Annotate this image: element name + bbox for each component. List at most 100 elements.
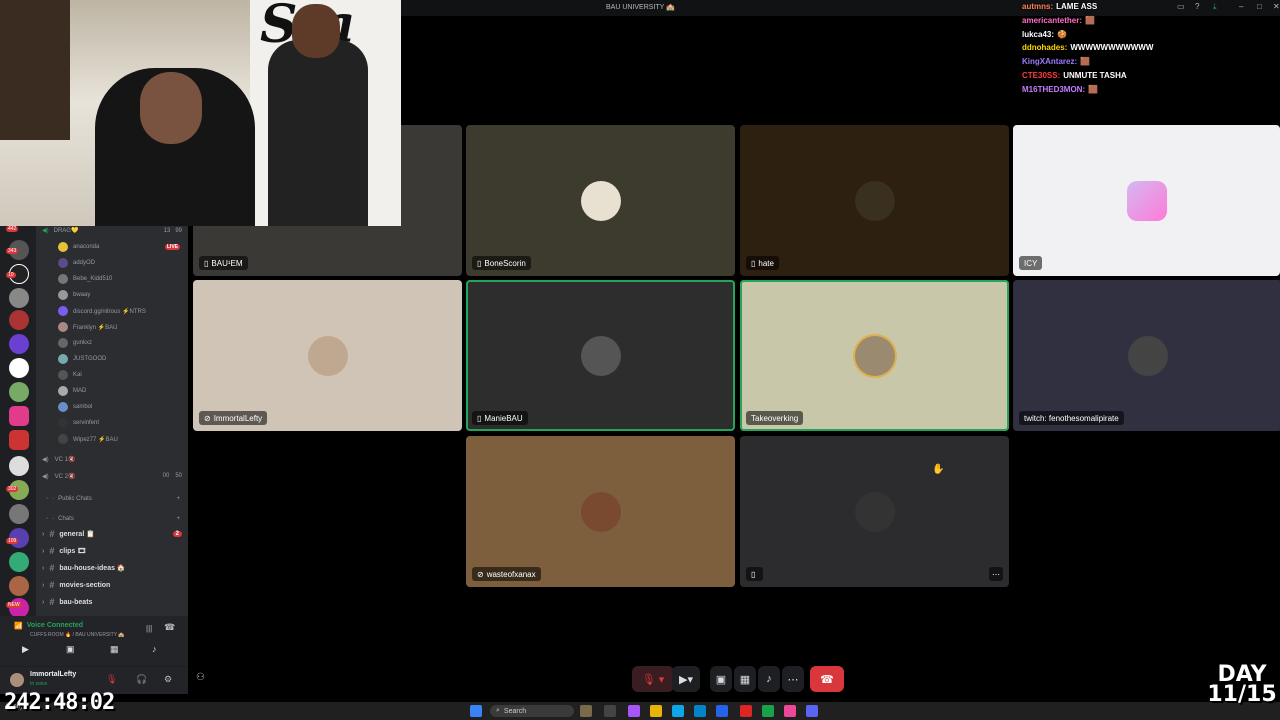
voice-connection-panel: 📶 Voice Connected CUFFS ROOM 🔥 / BAU UNI… — [0, 616, 188, 666]
category-public-chats[interactable]: ◦ · Public Chats + — [46, 496, 180, 502]
maximize-icon[interactable]: □ — [1257, 2, 1262, 11]
noise-suppression-icon[interactable]: ||| — [146, 624, 152, 633]
settings-gear-icon[interactable]: ⚙ — [164, 674, 172, 685]
taskbar-search[interactable]: ⌕ Search — [490, 705, 574, 717]
screen-share-button[interactable]: ▣ — [710, 666, 732, 692]
hash-icon: # — [49, 563, 55, 573]
voice-channel-vc1[interactable]: ◀) VC 1🔇 — [42, 456, 75, 463]
server-icon[interactable] — [9, 430, 29, 450]
members-icon[interactable]: ⚇ — [196, 672, 205, 683]
app-icon[interactable] — [740, 705, 752, 717]
start-menu-icon[interactable] — [470, 705, 482, 717]
phone-icon: ▯ — [477, 413, 482, 423]
user-status: In voice — [30, 681, 48, 687]
voice-channel-label: VC 2🔇 — [54, 474, 76, 480]
add-channel-icon[interactable]: + — [176, 516, 180, 522]
voice-member[interactable]: servinfent — [58, 417, 180, 429]
server-icon[interactable] — [9, 406, 29, 426]
tile-more-options-icon[interactable]: ⋯ — [989, 567, 1003, 581]
activities-button[interactable]: ▦ — [734, 666, 756, 692]
chat-message: lukca43: 🍪 — [1022, 28, 1222, 42]
leave-call-button[interactable]: ☎ — [810, 666, 844, 692]
participant-avatar — [854, 335, 895, 376]
server-icon[interactable] — [9, 310, 29, 330]
camera-toggle-button[interactable]: ▶▾ — [672, 666, 700, 692]
mention-badge: 442 — [6, 226, 19, 232]
widget-icon[interactable] — [580, 705, 592, 717]
chat-text: 🟫 — [1088, 84, 1099, 94]
voice-member[interactable]: anaconda LIVE — [58, 241, 180, 253]
voice-member[interactable]: bwaay — [58, 289, 180, 301]
server-icon[interactable] — [9, 358, 29, 378]
voice-member[interactable]: gunkxz — [58, 337, 180, 349]
text-channel[interactable]: › # movies-section — [42, 578, 182, 592]
store-icon[interactable] — [694, 705, 706, 717]
video-tile[interactable]: ICY — [1013, 125, 1280, 276]
server-icon[interactable] — [9, 576, 29, 596]
video-tile[interactable]: ⊘ wasteofxanax — [466, 436, 735, 587]
server-icon[interactable] — [9, 456, 29, 476]
copilot-icon[interactable] — [628, 705, 640, 717]
camera-icon[interactable]: ▶ — [22, 644, 29, 655]
chat-message: ddnohades: WWWWWWWWWWW — [1022, 41, 1222, 55]
server-icon[interactable] — [9, 552, 29, 572]
avatar[interactable] — [10, 673, 24, 687]
windows-taskbar: Sunny ⌕ Search — [0, 702, 1280, 720]
disconnect-icon[interactable]: ☎ — [164, 622, 175, 633]
video-tile[interactable]: ▯ hate — [740, 125, 1009, 276]
avatar — [58, 402, 68, 412]
edge-icon[interactable] — [672, 705, 684, 717]
text-channel[interactable]: › # bau-house-ideas 🏠 — [42, 561, 182, 575]
server-icon[interactable] — [9, 598, 29, 618]
video-tile[interactable]: twitch: fenothesomalipirate — [1013, 280, 1280, 431]
more-options-button[interactable]: ⋯ — [782, 666, 804, 692]
server-icon[interactable] — [9, 504, 29, 524]
voice-member[interactable]: JUSTGOOD — [58, 353, 180, 365]
video-tile[interactable]: ⊘ ImmortalLefty — [193, 280, 462, 431]
voice-location[interactable]: CUFFS ROOM 🔥 / BAU UNIVERSITY 🏫 — [30, 632, 125, 638]
video-tile[interactable]: ▯ ManieBAU — [466, 280, 735, 431]
chrome-icon[interactable] — [762, 705, 774, 717]
add-channel-icon[interactable]: + — [176, 496, 180, 502]
task-view-icon[interactable] — [604, 705, 616, 717]
voice-member[interactable]: Franklyn ⚡BAU — [58, 321, 180, 333]
voice-member[interactable]: sambol — [58, 401, 180, 413]
discord-icon[interactable] — [806, 705, 818, 717]
video-tile[interactable]: ▯ ⋯ — [740, 436, 1009, 587]
mute-icon[interactable]: 🎙 — [106, 674, 117, 685]
channel-name: clips 🎞 — [59, 548, 87, 555]
app-icon[interactable] — [784, 705, 796, 717]
participant-nametag: ICY — [1019, 256, 1043, 270]
voice-member[interactable]: MAD — [58, 385, 180, 397]
file-explorer-icon[interactable] — [650, 705, 662, 717]
server-icon[interactable] — [9, 334, 29, 354]
soundboard-icon[interactable]: ♪ — [152, 644, 157, 654]
screen-share-icon[interactable]: ▣ — [66, 644, 75, 655]
video-tile[interactable]: ▯ BoneScorin — [466, 125, 735, 276]
voice-member[interactable]: discord.gg/nitrous ⚡NTRS — [58, 305, 180, 317]
voice-member[interactable]: Wipez77 ⚡BAU — [58, 433, 180, 445]
close-icon[interactable]: ✕ — [1273, 2, 1280, 11]
server-icon[interactable] — [9, 288, 29, 308]
activities-icon[interactable]: ▦ — [110, 644, 119, 655]
soundboard-button[interactable]: ♪ — [758, 666, 780, 692]
server-icon[interactable] — [9, 382, 29, 402]
app-icon[interactable] — [716, 705, 728, 717]
voice-channel-drag[interactable]: ◀) DRAG💛 13 99 — [42, 227, 182, 235]
mute-mic-button[interactable]: 🎙 ▾ — [632, 666, 674, 692]
category-chats[interactable]: ◦ · Chats + — [46, 516, 180, 522]
voice-member[interactable]: Kai — [58, 369, 180, 381]
video-tile[interactable]: Takeoverking — [740, 280, 1009, 431]
participant-avatar — [580, 180, 621, 221]
channel-name: bau-beats — [59, 598, 93, 606]
channel-name: bau-house-ideas 🏠 — [59, 565, 126, 572]
voice-member[interactable]: addyOD — [58, 257, 180, 269]
headphones-icon[interactable]: 🎧 — [136, 674, 147, 685]
member-name: Kai — [73, 372, 82, 378]
text-channel[interactable]: › # clips 🎞 — [42, 544, 182, 558]
text-channel[interactable]: › # general 📋 2 — [42, 527, 182, 541]
voice-channel-vc2[interactable]: ◀) VC 2🔇 00 50 — [42, 473, 182, 480]
voice-member[interactable]: Bebe_Kidd510 — [58, 273, 180, 285]
text-channel[interactable]: › # bau-beats — [42, 595, 182, 609]
minimize-icon[interactable]: – — [1239, 2, 1243, 11]
